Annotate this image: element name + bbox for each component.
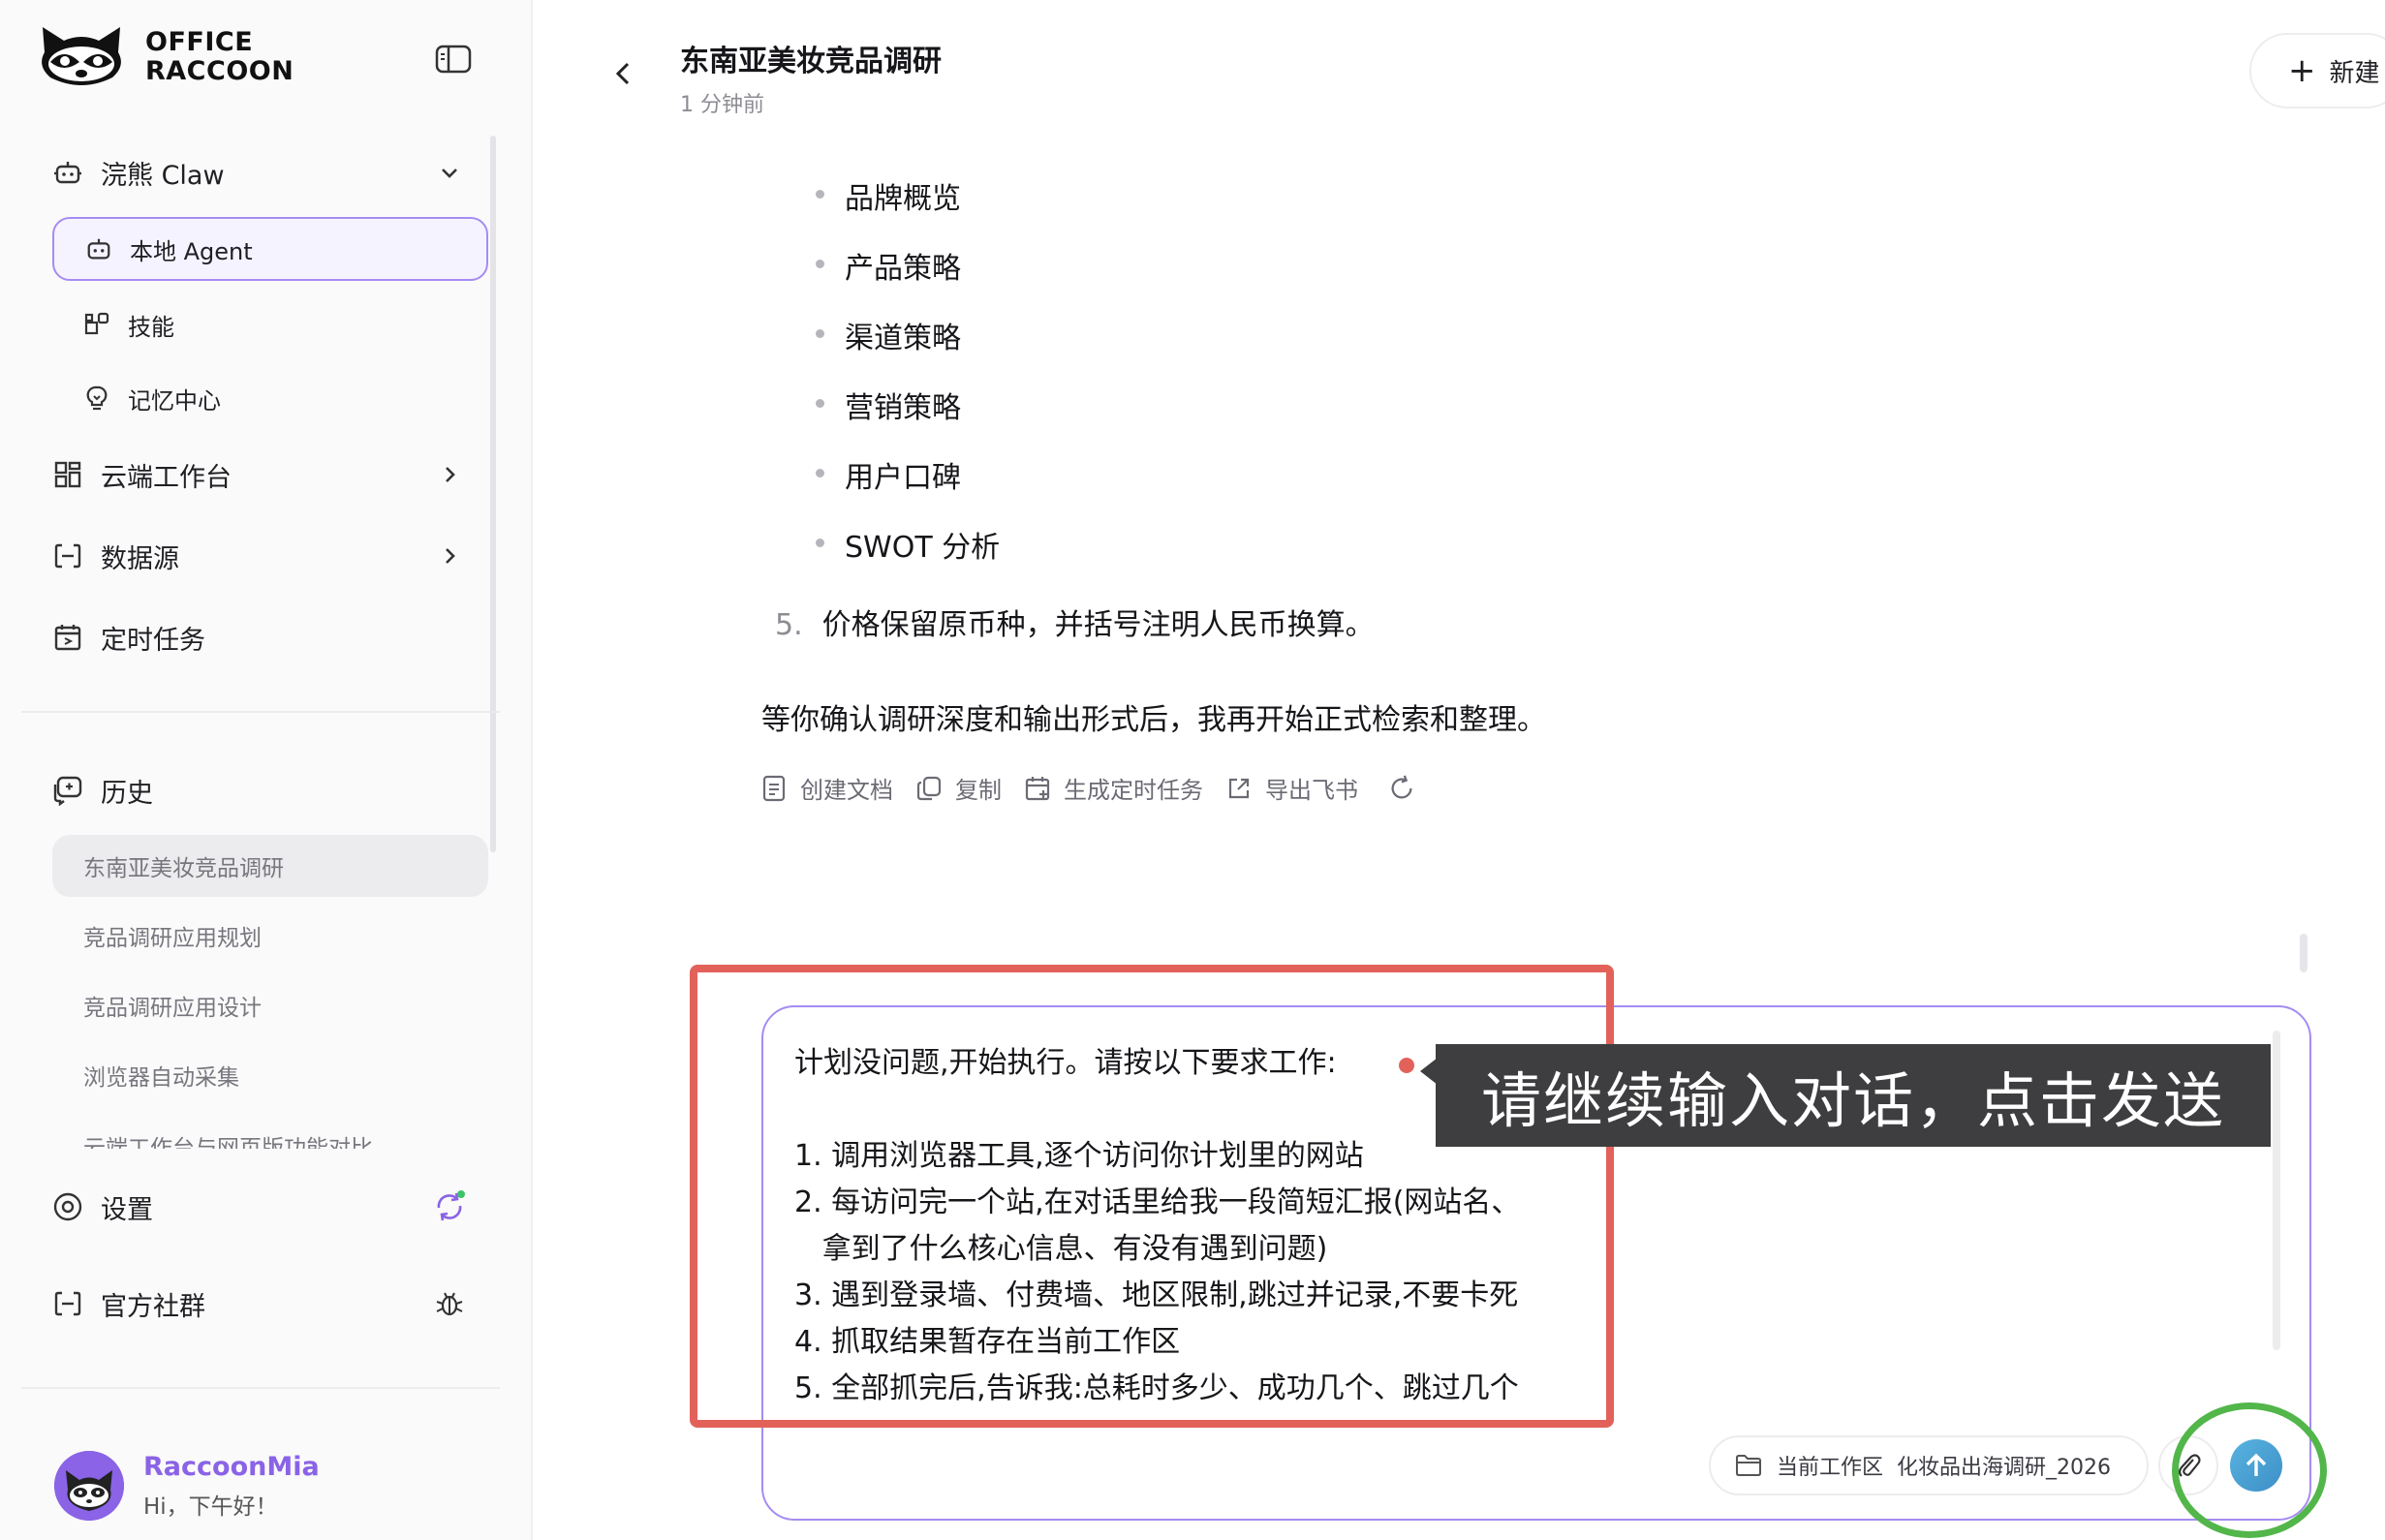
avatar [54, 1451, 124, 1521]
sidebar-scrollbar[interactable] [490, 136, 496, 852]
sidebar-toggle-icon [435, 45, 472, 74]
history-chat-icon [50, 773, 85, 808]
folder-icon [1734, 1451, 1763, 1480]
copy-label: 复制 [955, 777, 1002, 804]
history-header: 历史 [50, 761, 467, 819]
list-item: 产品策略 [816, 244, 961, 287]
history-item[interactable]: 竞品调研应用规划 [52, 905, 488, 967]
history-item[interactable]: 云端工作台与网页版功能对比 [52, 1124, 488, 1149]
history-item[interactable]: 浏览器自动采集 [52, 1044, 488, 1106]
chevron-left-icon [615, 62, 630, 85]
list-item: 品牌概览 [816, 174, 961, 217]
timestamp: 1 分钟前 [680, 93, 764, 117]
export-feishu-label: 导出飞书 [1265, 777, 1358, 804]
numbered-item-number: 5. [775, 608, 803, 642]
workspace-selector[interactable]: 当前工作区 化妆品出海调研_2026 [1709, 1435, 2149, 1495]
sidebar: OFFICE RACCOON 浣熊 Claw 本地 Agent 技能 记忆中心 … [0, 0, 533, 1540]
nav-label: 数据源 [101, 543, 179, 574]
user-name: RaccoonMia [143, 1451, 320, 1482]
message-actions: 创建文档 复制 生成定时任务 导出飞书 [759, 771, 1449, 805]
input-scrollbar[interactable] [2273, 1031, 2280, 1350]
list-item: 用户口碑 [816, 453, 961, 496]
schedule-task-button[interactable]: 生成定时任务 [1023, 771, 1203, 805]
sidebar-item-label: 本地 Agent [130, 237, 253, 265]
nav-cloud-workspace[interactable]: 云端工作台 [50, 446, 467, 504]
chevron-down-icon [432, 155, 467, 190]
document-icon [759, 774, 789, 803]
calendar-icon [1023, 774, 1052, 803]
history-item[interactable]: 东南亚美妆竞品调研 [52, 835, 488, 897]
nav-scheduled-tasks[interactable]: 定时任务 [50, 608, 467, 666]
nav-datasource[interactable]: 数据源 [50, 527, 467, 585]
sidebar-item-local-agent[interactable]: 本地 Agent [52, 217, 488, 281]
logo: OFFICE RACCOON [35, 23, 294, 91]
settings-item[interactable]: 设置 [50, 1178, 467, 1236]
plus-icon: + [2288, 51, 2316, 90]
calendar-icon [50, 620, 85, 655]
history-item-label: 云端工作台与网页版功能对比 [83, 1136, 373, 1149]
message-paragraph: 等你确认调研深度和输出形式后，我再开始正式检索和整理。 [761, 703, 1546, 737]
community-label: 官方社群 [101, 1291, 205, 1322]
history-item[interactable]: 竞品调研应用设计 [52, 974, 488, 1036]
schedule-task-label: 生成定时任务 [1064, 777, 1203, 804]
nav-claw-label: 浣熊 Claw [101, 160, 225, 191]
logo-line2: RACCOON [145, 56, 294, 86]
copy-button[interactable]: 复制 [914, 771, 1002, 805]
grid-icon [50, 457, 85, 492]
community-icon [50, 1286, 85, 1321]
highlight-box [690, 965, 1614, 1428]
bulb-icon [81, 383, 112, 414]
list-item: 渠道策略 [816, 314, 961, 356]
new-chat-label: 新建 [2329, 58, 2380, 88]
annotation-tooltip: 请继续输入对话，点击发送 [1436, 1044, 2271, 1147]
workspace-name: 化妆品出海调研_2026 [1897, 1456, 2112, 1480]
chat-scrollbar[interactable] [2300, 934, 2308, 972]
page-title: 东南亚美妆竞品调研 [680, 45, 942, 78]
external-link-icon [1224, 774, 1254, 803]
copy-icon [914, 774, 944, 803]
bug-icon[interactable] [432, 1286, 467, 1321]
highlight-ring [2172, 1402, 2327, 1538]
refresh-icon [1387, 774, 1416, 803]
nav-label: 定时任务 [101, 625, 205, 656]
create-doc-label: 创建文档 [800, 777, 893, 804]
create-doc-button[interactable]: 创建文档 [759, 771, 893, 805]
sync-icon[interactable] [432, 1189, 467, 1224]
history-label: 历史 [101, 778, 153, 809]
sidebar-item-label: 记忆中心 [128, 386, 221, 415]
raccoon-logo-icon [42, 27, 121, 85]
robot-icon [83, 233, 114, 264]
divider [21, 711, 500, 713]
nav-claw[interactable]: 浣熊 Claw [50, 143, 467, 201]
user-profile[interactable]: RaccoonMia Hi，下午好！ [54, 1451, 320, 1521]
numbered-item: 5. 价格保留原币种，并括号注明人民币换算。 [775, 601, 1375, 643]
list-item: SWOT 分析 [815, 523, 1000, 566]
sidebar-toggle-button[interactable] [432, 41, 475, 77]
skills-icon [81, 309, 112, 340]
chevron-right-icon [432, 539, 467, 573]
chevron-right-icon [432, 457, 467, 492]
settings-icon [50, 1189, 85, 1224]
back-button[interactable] [603, 52, 645, 95]
sidebar-item-memory[interactable]: 记忆中心 [52, 366, 488, 430]
logo-line1: OFFICE [145, 27, 254, 57]
user-greeting: Hi，下午好！ [143, 1494, 278, 1520]
sidebar-item-skills[interactable]: 技能 [52, 293, 488, 356]
annotation-dot [1399, 1058, 1414, 1073]
sidebar-item-label: 技能 [128, 313, 174, 341]
numbered-item-text: 价格保留原币种，并括号注明人民币换算。 [821, 608, 1375, 642]
export-feishu-button[interactable]: 导出飞书 [1224, 771, 1358, 805]
list-item: 营销策略 [816, 384, 961, 426]
divider [21, 1387, 500, 1389]
settings-label: 设置 [101, 1194, 153, 1225]
community-item[interactable]: 官方社群 [50, 1275, 467, 1333]
datasource-icon [50, 539, 85, 573]
raccoon-avatar-icon [54, 1451, 124, 1521]
new-chat-button[interactable]: + 新建 [2249, 33, 2385, 108]
workspace-label: 当前工作区 [1777, 1456, 1884, 1480]
regenerate-button[interactable] [1387, 774, 1428, 803]
nav-label: 云端工作台 [101, 462, 232, 493]
robot-icon [50, 155, 85, 190]
